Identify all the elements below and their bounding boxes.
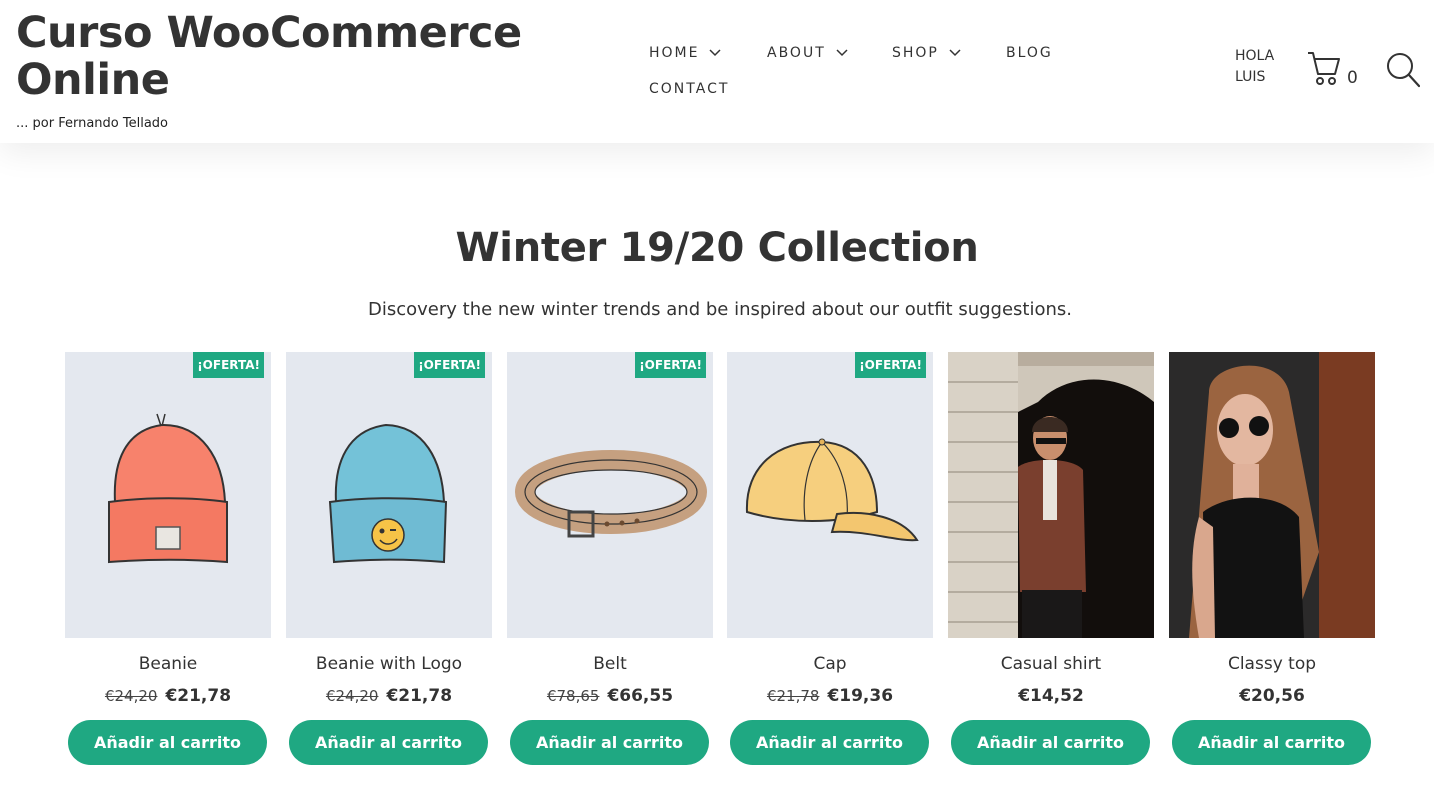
old-price: €24,20 (325, 687, 379, 705)
main-content: Winter 19/20 Collection Discovery the ne… (0, 143, 1434, 789)
nav-item-shop[interactable]: SHOP (892, 45, 961, 61)
greeting-line-2: LUIS (1235, 69, 1266, 85)
beanie-with-logo-image (328, 423, 448, 564)
product-price: €21,78 €19,36 (727, 686, 933, 706)
cart-button[interactable]: 0 (1307, 50, 1367, 90)
site-tagline: ... por Fernando Tellado (16, 116, 169, 131)
add-to-cart-button[interactable]: Añadir al carrito (951, 720, 1150, 765)
sale-badge: ¡OFERTA! (635, 352, 706, 378)
price: €14,52 (1018, 686, 1084, 706)
cart-count: 0 (1347, 68, 1358, 88)
old-price: €21,78 (766, 687, 820, 705)
add-to-cart-button[interactable]: Añadir al carrito (1172, 720, 1371, 765)
belt-image (515, 450, 707, 538)
product-price: €20,56 (1169, 686, 1375, 706)
search-icon (1387, 53, 1421, 88)
product-card: ¡OFERTA! Cap €21,78 €19,36 Añadir al carr… (727, 352, 933, 772)
product-grid: ¡OFERTA! Beanie €24,20 €21,78 Añadir al c… (65, 352, 1375, 772)
add-to-cart-button[interactable]: Añadir al carrito (730, 720, 929, 765)
add-to-cart-button[interactable]: Añadir al carrito (510, 720, 709, 765)
cart-icon (1308, 52, 1340, 85)
page-title: Winter 19/20 Collection (455, 225, 979, 271)
sale-badge: ¡OFERTA! (193, 352, 264, 378)
nav-item-blog[interactable]: BLOG (1006, 45, 1053, 61)
product-image-casual-shirt[interactable] (948, 352, 1154, 638)
nav-label: CONTACT (649, 81, 730, 97)
site-title[interactable]: Curso WooCommerce Online (16, 10, 536, 104)
product-image-beanie[interactable]: ¡OFERTA! (65, 352, 271, 638)
product-price: €24,20 €21,78 (286, 686, 492, 706)
sale-price: €21,78 (386, 686, 453, 706)
site-header: Curso WooCommerce Online ... por Fernand… (0, 0, 1434, 143)
old-price: €78,65 (546, 687, 600, 705)
chevron-down-icon (709, 49, 722, 57)
product-price: €24,20 €21,78 (65, 686, 271, 706)
old-price: €24,20 (104, 687, 158, 705)
nav-item-home[interactable]: HOME (649, 45, 722, 61)
chevron-down-icon (836, 49, 848, 57)
product-card: ¡OFERTA! Belt €78,65 €66,55 Añadir al car… (507, 352, 713, 772)
sale-price: €66,55 (607, 686, 674, 706)
beanie-image (108, 413, 228, 564)
sale-badge: ¡OFERTA! (855, 352, 926, 378)
greeting-line-1: HOLA (1235, 48, 1275, 64)
nav-label: ABOUT (767, 45, 826, 61)
product-card: ¡OFERTA! Beanie with Logo €24,20 €21,78 A… (286, 352, 492, 772)
product-price: €14,52 (948, 686, 1154, 706)
product-name[interactable]: Beanie (65, 654, 271, 674)
sale-price: €19,36 (827, 686, 894, 706)
user-greeting[interactable]: HOLA LUIS (1235, 46, 1274, 88)
product-image-classy-top[interactable] (1169, 352, 1375, 638)
product-card: Casual shirt €14,52 Añadir al carrito (948, 352, 1154, 772)
product-name[interactable]: Classy top (1169, 654, 1375, 674)
product-name[interactable]: Casual shirt (948, 654, 1154, 674)
price: €20,56 (1239, 686, 1305, 706)
page-subtitle: Discovery the new winter trends and be i… (367, 299, 1072, 320)
cap-image (745, 438, 919, 542)
product-image-cap[interactable]: ¡OFERTA! (727, 352, 933, 638)
product-image-belt[interactable]: ¡OFERTA! (507, 352, 713, 638)
product-name[interactable]: Belt (507, 654, 713, 674)
product-card: ¡OFERTA! Beanie €24,20 €21,78 Añadir al c… (65, 352, 271, 772)
search-button[interactable] (1386, 52, 1421, 88)
casual-shirt-photo (948, 352, 1154, 638)
chevron-down-icon (949, 49, 961, 57)
product-card: Classy top €20,56 Añadir al carrito (1169, 352, 1375, 772)
product-name[interactable]: Beanie with Logo (286, 654, 492, 674)
product-name[interactable]: Cap (727, 654, 933, 674)
nav-label: BLOG (1006, 45, 1053, 61)
nav-item-contact[interactable]: CONTACT (649, 81, 729, 97)
nav-label: HOME (649, 45, 700, 61)
classy-top-photo (1169, 352, 1375, 638)
sale-price: €21,78 (165, 686, 232, 706)
product-image-beanie-with-logo[interactable]: ¡OFERTA! (286, 352, 492, 638)
nav-item-about[interactable]: ABOUT (767, 45, 848, 61)
nav-label: SHOP (892, 45, 939, 61)
add-to-cart-button[interactable]: Añadir al carrito (68, 720, 267, 765)
product-price: €78,65 €66,55 (507, 686, 713, 706)
sale-badge: ¡OFERTA! (414, 352, 485, 378)
add-to-cart-button[interactable]: Añadir al carrito (289, 720, 488, 765)
